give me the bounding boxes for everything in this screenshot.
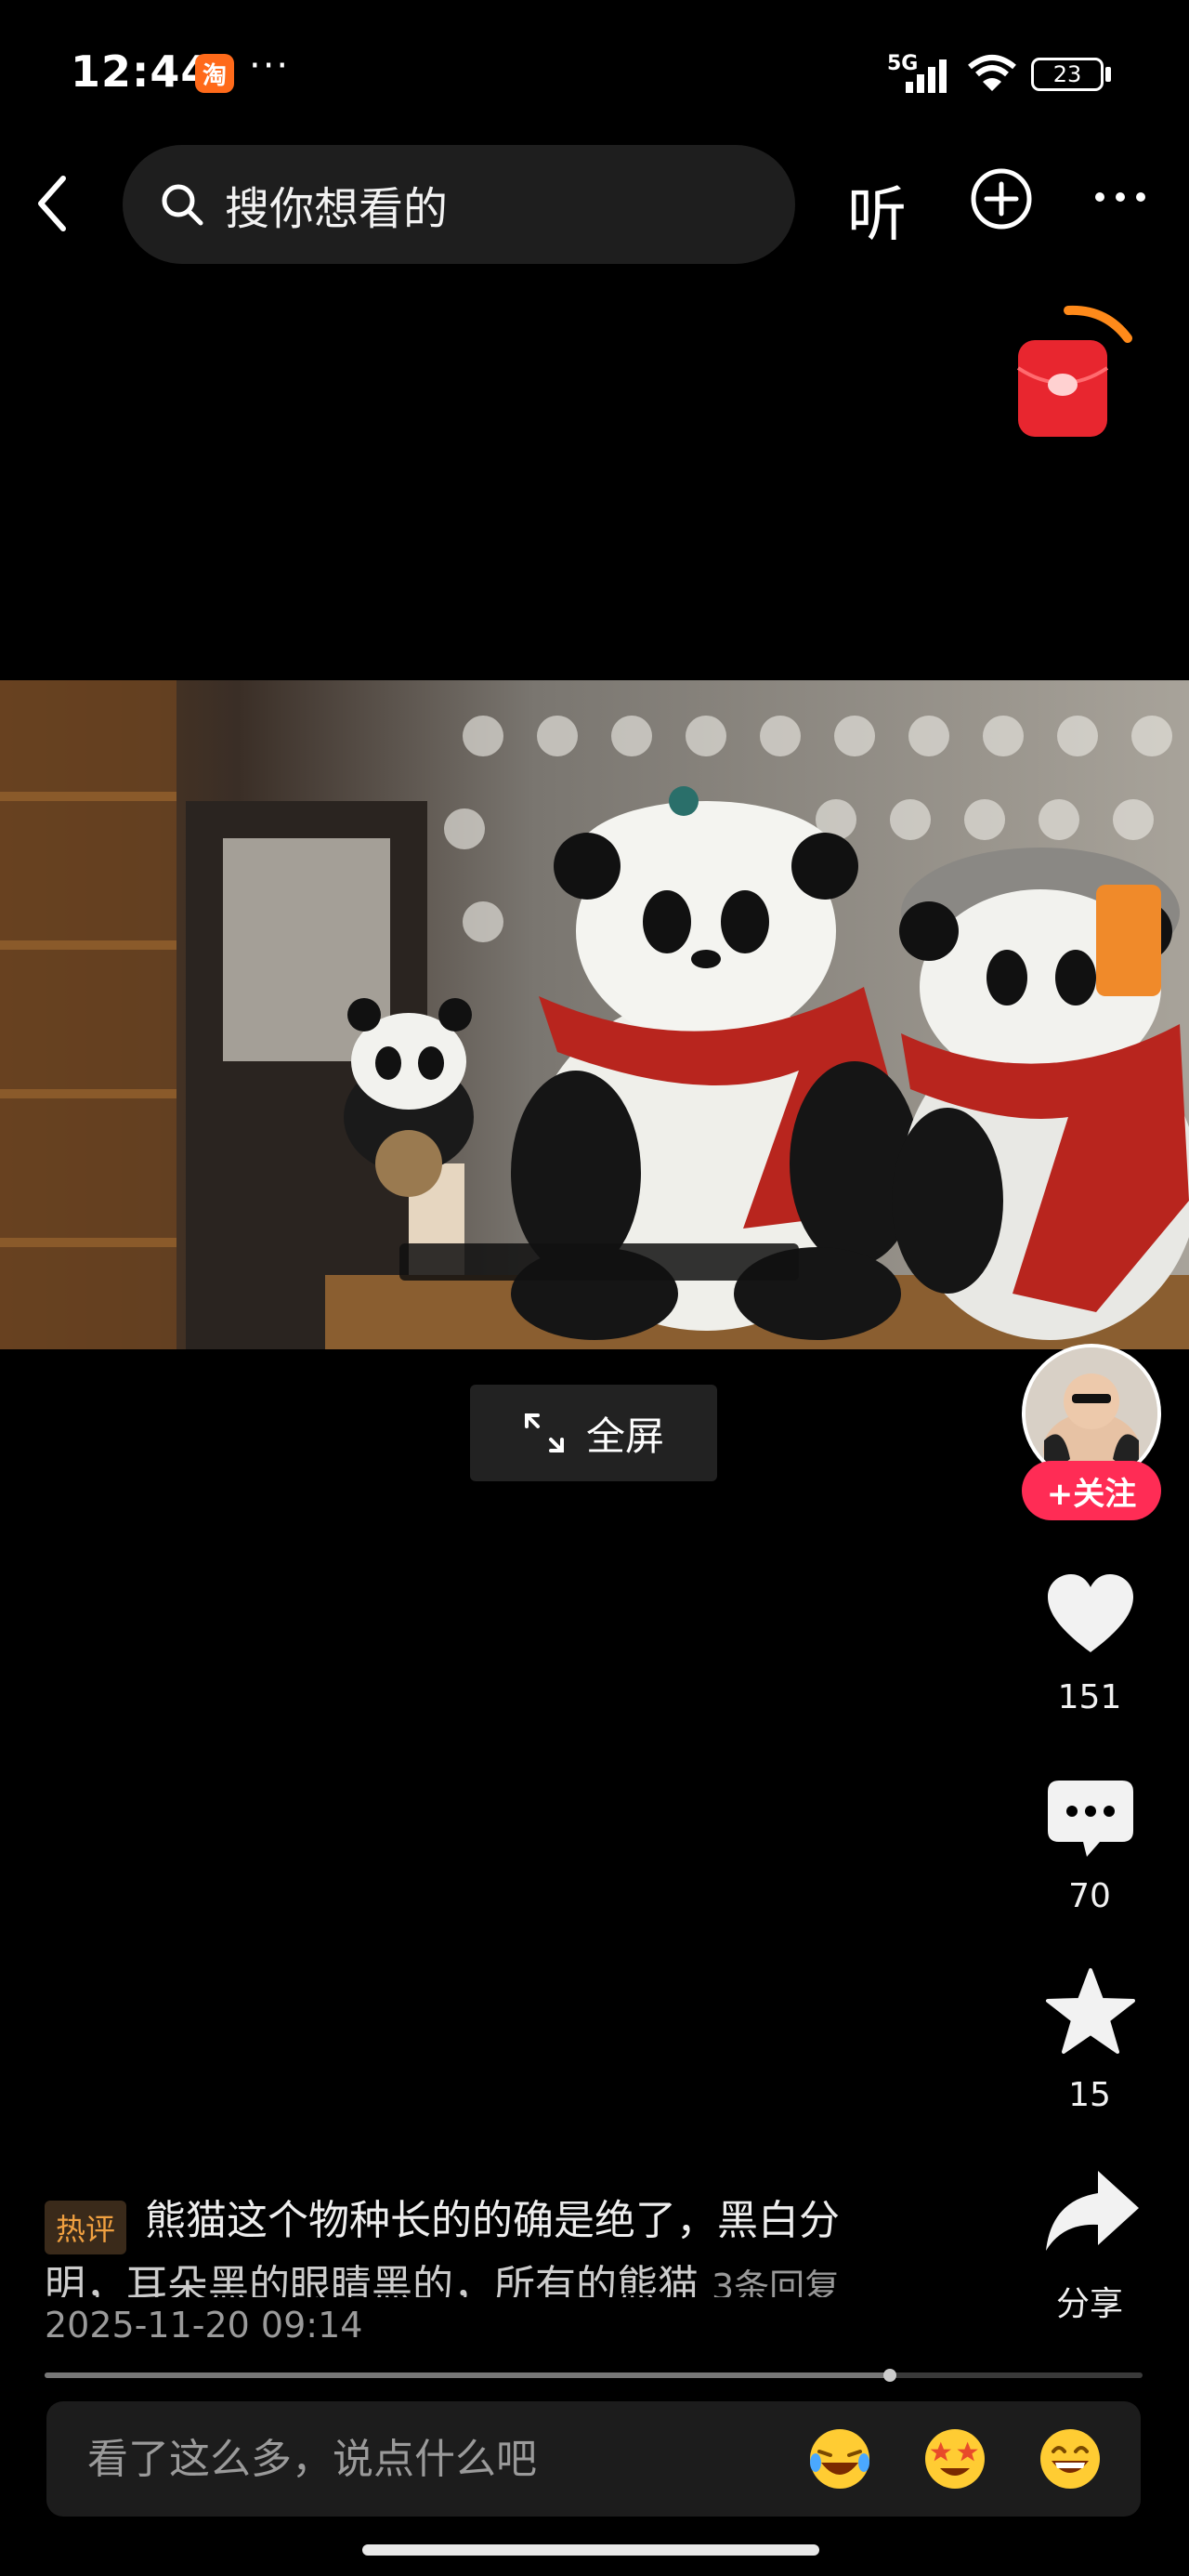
search-icon bbox=[162, 184, 203, 226]
like-heart-icon[interactable] bbox=[1046, 1572, 1135, 1656]
fullscreen-label: 全屏 bbox=[585, 1413, 664, 1459]
follow-button[interactable]: +关注 bbox=[1022, 1461, 1161, 1520]
back-arrow-icon[interactable] bbox=[35, 175, 69, 232]
fullscreen-button[interactable]: 全屏 bbox=[470, 1385, 717, 1481]
like-count: 151 bbox=[1057, 1678, 1122, 1716]
avatar-image bbox=[1026, 1347, 1157, 1479]
wifi-icon bbox=[968, 55, 1016, 91]
red-envelope-icon[interactable] bbox=[1013, 301, 1133, 440]
grinning-emoji-icon[interactable] bbox=[1037, 2425, 1104, 2492]
share-label[interactable]: 分享 bbox=[1020, 2277, 1159, 2325]
taobao-app-icon: 淘 bbox=[195, 54, 234, 93]
more-options-icon[interactable] bbox=[1094, 178, 1146, 216]
add-circle-icon[interactable] bbox=[970, 167, 1033, 230]
search-bar[interactable]: 搜你想看的 bbox=[123, 145, 795, 264]
hot-comment-text[interactable]: 熊猫这个物种长的的确是绝了，黑白分 bbox=[145, 2193, 944, 2249]
comment-count: 70 bbox=[1068, 1877, 1111, 1915]
progress-knob[interactable] bbox=[883, 2369, 896, 2382]
star-eyes-emoji-icon[interactable] bbox=[921, 2425, 988, 2492]
hot-comment-line2: 明，耳朵黑的眼睛黑的，所有的熊猫 bbox=[45, 2262, 699, 2297]
share-arrow-icon[interactable] bbox=[1044, 2167, 1141, 2253]
video-player[interactable] bbox=[0, 680, 1189, 1349]
battery-indicator: 23 bbox=[1031, 58, 1104, 91]
laughing-tears-emoji-icon[interactable] bbox=[806, 2425, 873, 2492]
favorite-count: 15 bbox=[1068, 2076, 1111, 2114]
battery-tip bbox=[1105, 67, 1111, 82]
comment-bubble-icon[interactable] bbox=[1046, 1777, 1135, 1860]
search-placeholder: 搜你想看的 bbox=[225, 183, 449, 235]
hot-comment-text-line2[interactable]: 明，耳朵黑的眼睛黑的，所有的熊猫 3条回复 bbox=[45, 2258, 936, 2297]
listen-button[interactable]: 听 bbox=[847, 167, 907, 253]
status-more-dots: ··· bbox=[249, 45, 291, 87]
favorite-star-icon[interactable] bbox=[1044, 1966, 1137, 2056]
post-date: 2025-11-20 09:14 bbox=[45, 2305, 363, 2346]
video-frame bbox=[0, 680, 1189, 1349]
reply-count[interactable]: 3条回复 bbox=[712, 2267, 840, 2297]
comment-input[interactable] bbox=[85, 2434, 795, 2484]
status-time: 12:44 bbox=[71, 46, 212, 97]
expand-icon bbox=[524, 1413, 564, 1452]
signal-icon bbox=[906, 59, 947, 93]
home-indicator[interactable] bbox=[362, 2544, 819, 2556]
progress-fill bbox=[45, 2372, 890, 2378]
hot-comment-tag: 热评 bbox=[45, 2201, 127, 2254]
